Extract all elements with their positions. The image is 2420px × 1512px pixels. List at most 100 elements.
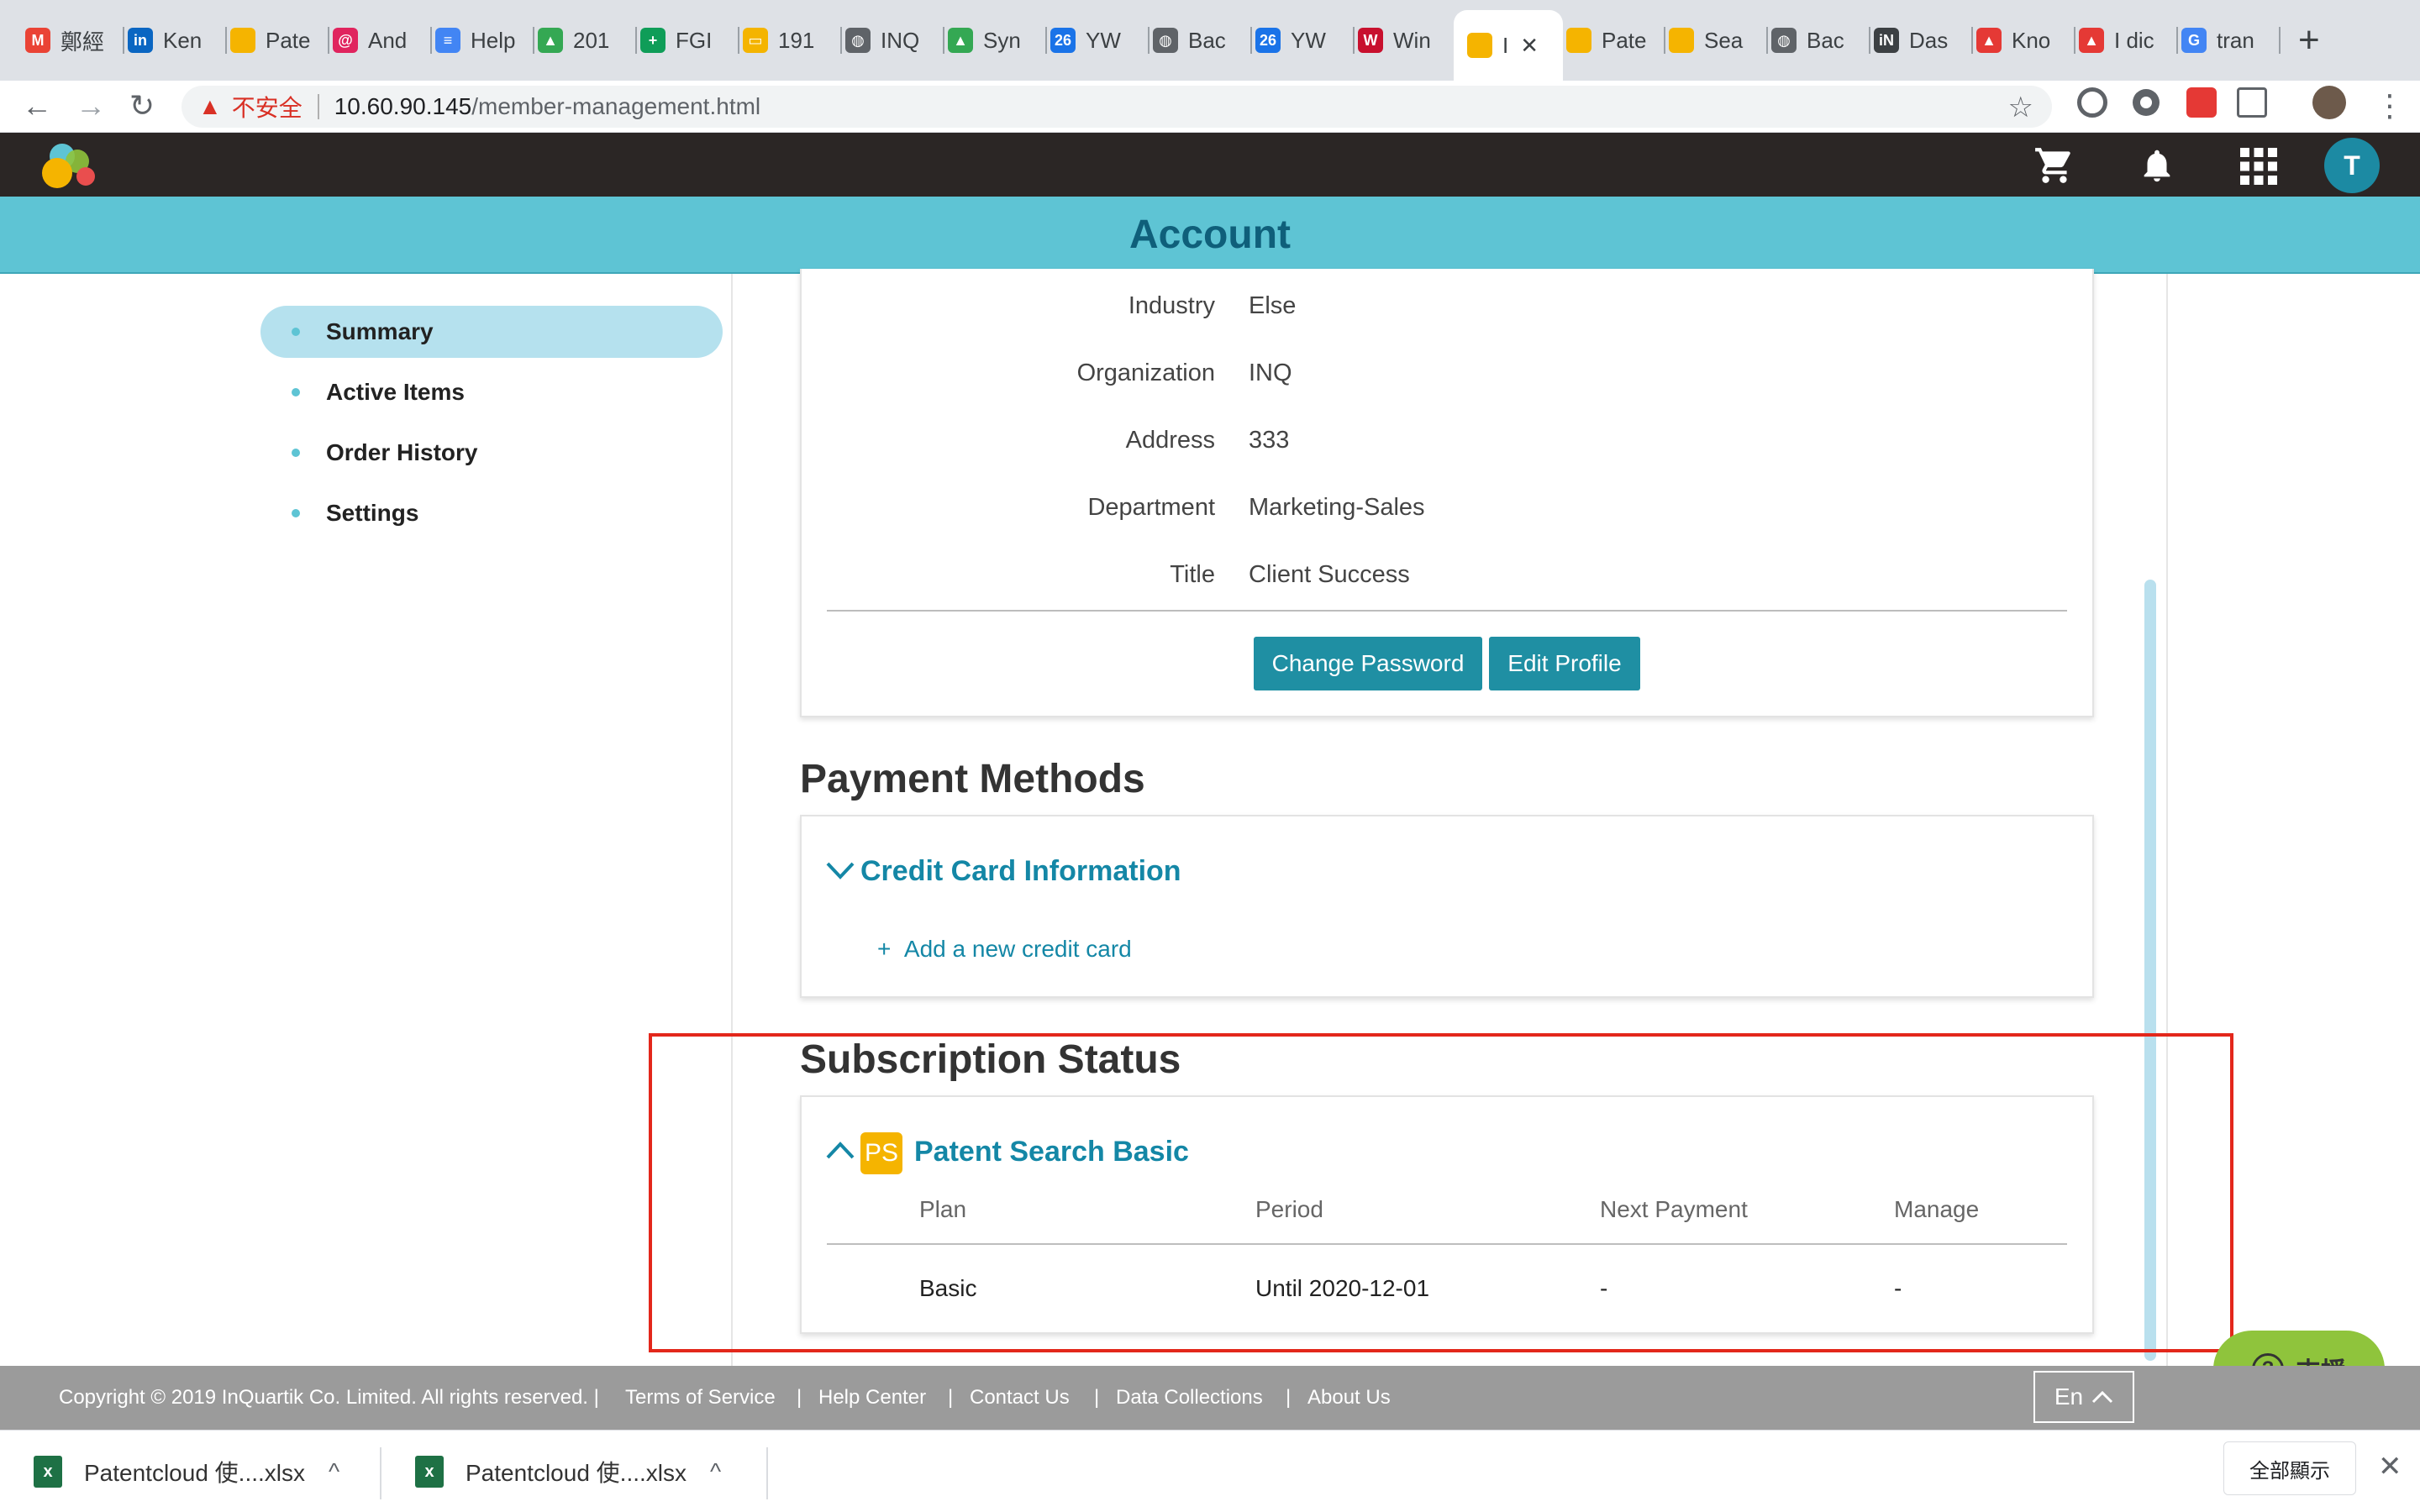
bullet-icon [292,509,300,517]
extension-bookmark-icon[interactable] [2237,87,2267,118]
browser-menu-icon[interactable]: ⋮ [2375,91,2405,121]
browser-tab-label: INQ [881,27,920,53]
footer-link-data-collections[interactable]: Data Collections [1116,1386,1263,1410]
browser-tab-label: tran [2217,27,2254,53]
apps-grid-icon[interactable] [2238,146,2279,186]
docs-icon: ≡ [435,28,460,53]
browser-tab[interactable]: Pate [230,17,329,64]
footer-link-help-center[interactable]: Help Center [818,1386,926,1410]
footer-link-about-us[interactable]: About Us [1307,1386,1391,1410]
patentcloud-logo[interactable] [39,141,101,190]
sidebar-item-settings[interactable]: Settings [260,487,723,539]
browser-tab[interactable]: + FGI [640,17,739,64]
browser-tab[interactable]: Gtran [2181,17,2281,64]
calendar-icon: 26 [1050,28,1076,53]
new-tab-button[interactable]: + [2298,22,2320,59]
sidebar-item-label: Summary [326,318,434,344]
browser-tab[interactable]: @ And [333,17,432,64]
sidebar-item-active-items[interactable]: Active Items [260,366,723,418]
change-password-button[interactable]: Change Password [1254,637,1482,690]
browser-tab-label: YW [1291,27,1326,53]
edit-profile-button[interactable]: Edit Profile [1489,637,1640,690]
browser-tab[interactable]: Pate [1566,17,1665,64]
extension-circle-icon[interactable] [2133,89,2160,116]
globe-icon: ◍ [845,28,871,53]
bullet-icon [292,449,300,457]
browser-tab[interactable]: ◍ Bac [1771,17,1870,64]
profile-field-label: Address [1125,427,1215,454]
copyright-text: Copyright © 2019 InQuartik Co. Limited. … [59,1386,599,1409]
browser-tab-label: 201 [573,27,610,53]
w-icon: W [1358,28,1383,53]
triangle-icon: ▲ [2079,28,2104,53]
browser-tab-label: Sea [1704,27,1744,53]
cart-icon[interactable] [2033,144,2075,186]
url-path: /member-management.html [471,93,761,119]
bell-icon[interactable] [2138,144,2176,186]
profile-field-label: Title [1170,561,1215,588]
chevron-up-icon [2092,1390,2113,1404]
user-avatar[interactable]: T [2324,138,2380,193]
footer-link-contact-us[interactable]: Contact Us [970,1386,1070,1410]
sidebar-item-label: Active Items [326,379,465,405]
extension-red-icon[interactable] [2186,87,2217,118]
browser-tab[interactable]: ◍ Bac [1153,17,1252,64]
forward-icon[interactable]: → [76,91,106,121]
tab-separator [225,27,227,54]
extension-sync-icon[interactable] [2077,87,2107,118]
back-icon[interactable]: ← [22,91,52,121]
tab-separator [430,27,432,54]
close-icon[interactable]: ✕ [2378,1450,2402,1483]
browser-tab[interactable]: ▲ 201 [538,17,637,64]
browser-tab[interactable]: iN Das [1874,17,1973,64]
google-icon: G [2181,28,2207,53]
close-tab-icon[interactable]: ✕ [1520,33,1539,59]
footer-separator: | [797,1386,802,1409]
calendar-icon: 26 [1255,28,1281,53]
show-all-downloads-button[interactable]: 全部顯示 [2223,1441,2356,1495]
download-separator [380,1447,381,1499]
in-circle-icon: iN [1874,28,1899,53]
add-credit-card-label: Add a new credit card [903,936,1132,962]
tab-separator [943,27,944,54]
browser-tab-label: Das [1909,27,1949,53]
footer-separator: | [1094,1386,1100,1409]
download-item[interactable]: x Patentcloud 使....xlsx ^ [415,1442,721,1501]
sidebar-item-order-history[interactable]: Order History [260,427,723,479]
profile-avatar-icon[interactable] [2312,86,2346,119]
browser-tab[interactable]: ◍ INQ [845,17,944,64]
annotation-highlight-box [649,1033,2233,1352]
browser-tab[interactable]: ▲ Kno [1976,17,2075,64]
browser-tab[interactable]: M 鄭經 [25,17,124,64]
browser-tab[interactable]: I ✕ [1454,10,1563,81]
pin-icon: @ [333,28,358,53]
browser-tab[interactable]: in Ken [128,17,227,64]
add-credit-card-link[interactable]: + Add a new credit card [877,936,1132,963]
footer-separator: | [948,1386,954,1409]
footer-separator: | [1286,1386,1292,1409]
insecure-label: 不安全 [231,95,302,121]
footer-link-terms-of-service[interactable]: Terms of Service [625,1386,776,1410]
browser-tab-label: Bac [1188,27,1226,53]
address-bar[interactable]: ▲ 不安全 10.60.90.145/member-management.htm… [182,86,2052,128]
download-item[interactable]: x Patentcloud 使....xlsx ^ [34,1442,339,1501]
browser-tab[interactable]: ▲ I dic [2079,17,2178,64]
browser-tab[interactable]: ≡ Help [435,17,534,64]
download-filename: Patentcloud 使....xlsx [466,1460,687,1486]
browser-tab[interactable]: W Win [1358,17,1457,64]
download-shelf: x Patentcloud 使....xlsx ^ x Patentcloud 使...… [0,1430,2420,1512]
reload-icon[interactable]: ↻ [129,91,155,121]
credit-card-accordion-title[interactable]: Credit Card Information [860,855,1181,888]
browser-tab[interactable]: ▲ Syn [948,17,1047,64]
language-selector[interactable]: En [2033,1371,2134,1423]
chevron-up-icon[interactable]: ^ [329,1458,339,1485]
excel-file-icon: x [415,1456,444,1488]
browser-tab[interactable]: 26 YW [1050,17,1150,64]
browser-tab[interactable]: 26 YW [1255,17,1355,64]
browser-tab[interactable]: ▭ 191 [743,17,842,64]
sidebar-item-summary[interactable]: Summary [260,306,723,358]
chevron-up-icon[interactable]: ^ [710,1458,721,1485]
chevron-down-icon[interactable] [825,860,855,880]
bookmark-star-icon[interactable]: ☆ [2008,91,2033,124]
browser-tab[interactable]: Sea [1669,17,1768,64]
